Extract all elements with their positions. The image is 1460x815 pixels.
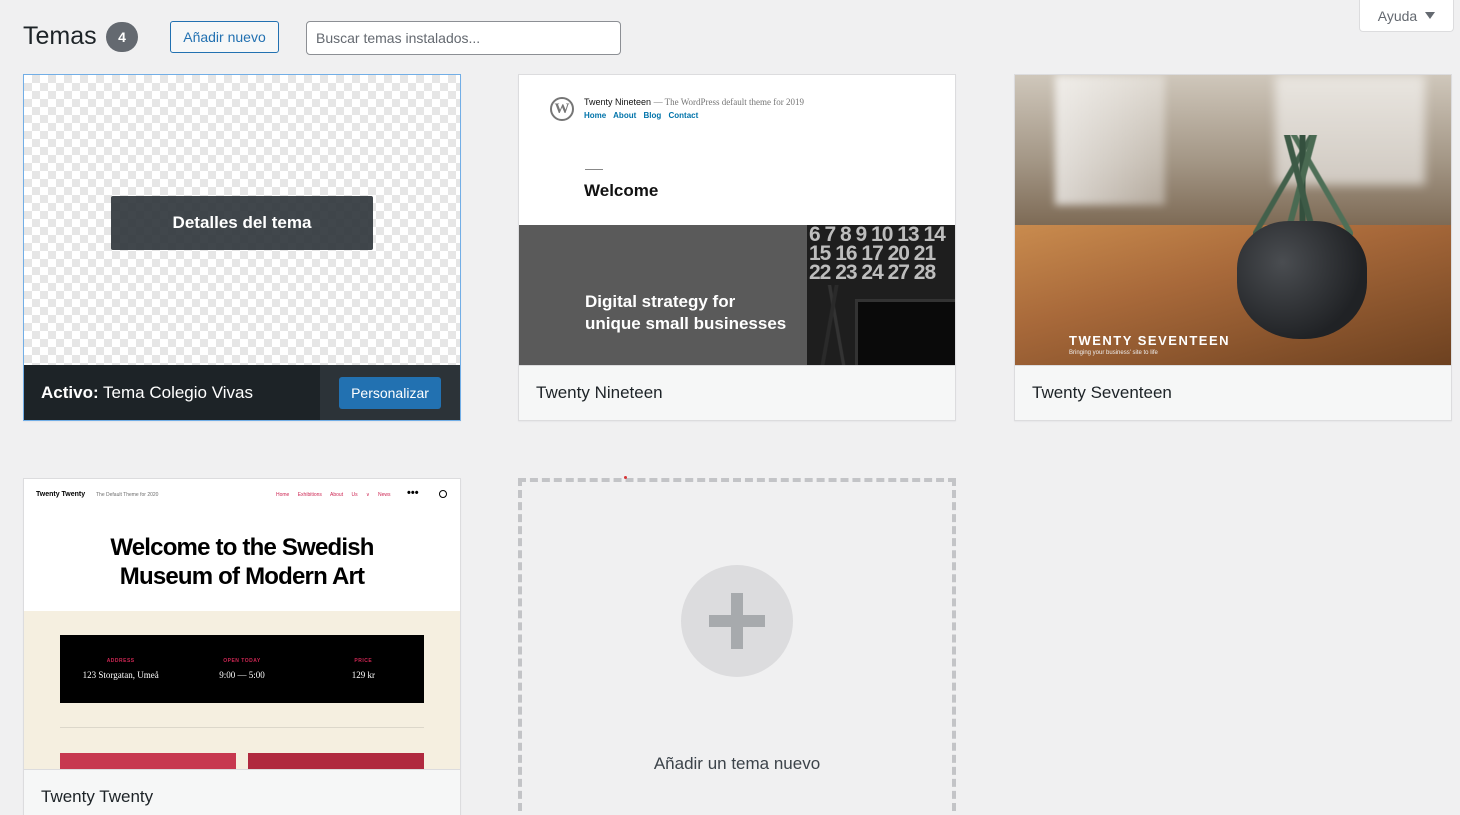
customize-button[interactable]: Personalizar [339, 376, 441, 409]
theme-card-active[interactable]: Detalles del tema Activo: Tema Colegio V… [23, 74, 461, 421]
theme-name: Twenty Twenty [24, 769, 460, 815]
preview-block [248, 753, 424, 769]
theme-details-button[interactable]: Detalles del tema [111, 196, 373, 250]
preview-heading: Welcome [584, 181, 659, 200]
info-key: PRICE [354, 658, 373, 664]
preview-info-col: PRICE 129 kr [303, 635, 424, 703]
notification-dot [624, 476, 627, 479]
theme-card-twenty-seventeen[interactable]: TWENTY SEVENTEEN Bringing your business'… [1014, 74, 1452, 421]
preview-tagline-line1: Digital strategy for [585, 292, 736, 311]
help-button[interactable]: Ayuda [1359, 0, 1454, 32]
active-theme-title: Tema Colegio Vivas [103, 382, 253, 402]
preview-plant-leaves [1253, 135, 1353, 235]
preview-plant [815, 285, 849, 365]
preview-block [60, 753, 236, 769]
preview-site-desc: — The WordPress default theme for 2019 [653, 97, 804, 107]
theme-screenshot: Detalles del tema [24, 75, 460, 365]
caret-down-icon [1425, 12, 1436, 19]
preview-site-desc: The Default Theme for 2020 [96, 492, 159, 498]
preview-divider [585, 169, 603, 170]
theme-name: Twenty Seventeen [1015, 365, 1451, 420]
preview-info-col: ADDRESS 123 Storgatan, Umeå [60, 635, 181, 703]
preview-headline-line2: Museum of Modern Art [119, 563, 365, 590]
theme-name: Twenty Nineteen [519, 365, 955, 420]
theme-screenshot: Twenty Twenty The Default Theme for 2020… [24, 479, 460, 769]
preview-info-col: OPEN TODAY 9:00 — 5:00 [181, 635, 302, 703]
preview-header: Twenty Twenty The Default Theme for 2020… [24, 479, 460, 611]
info-key: OPEN TODAY [223, 658, 261, 664]
theme-card-twenty-nineteen[interactable]: W Twenty Nineteen — The WordPress defaul… [518, 74, 956, 421]
plus-icon [681, 565, 793, 677]
active-prefix: Activo: [41, 382, 99, 402]
theme-screenshot: TWENTY SEVENTEEN Bringing your business'… [1015, 75, 1451, 365]
preview-hero: 6 7 8 9 10 13 14 15 16 17 20 21 22 23 24… [519, 225, 955, 365]
preview-subtitle: Bringing your business' site to life [1069, 350, 1158, 356]
page-title: Temas [23, 22, 97, 50]
more-dots-icon: ••• [407, 487, 419, 499]
info-value: 129 kr [351, 670, 375, 680]
preview-monitor [855, 299, 955, 365]
preview-divider [60, 727, 424, 728]
preview-menu: Home Exhibitions About Us ∨ News [276, 492, 391, 498]
active-theme-bar: Activo: Tema Colegio Vivas Personalizar [24, 365, 460, 420]
preview-nav: Home About Blog Contact [584, 111, 699, 120]
theme-count-badge: 4 [106, 22, 138, 52]
theme-card-twenty-twenty[interactable]: Twenty Twenty The Default Theme for 2020… [23, 478, 461, 815]
theme-screenshot: W Twenty Nineteen — The WordPress defaul… [519, 75, 955, 365]
add-new-theme-card[interactable]: Añadir un tema nuevo [518, 476, 956, 815]
add-new-theme-label: Añadir un tema nuevo [653, 754, 821, 773]
info-value: 123 Storgatan, Umeå [82, 670, 159, 680]
preview-cream-section: ADDRESS 123 Storgatan, Umeå OPEN TODAY 9… [24, 611, 460, 769]
search-icon [439, 490, 447, 498]
preview-info-box: ADDRESS 123 Storgatan, Umeå OPEN TODAY 9… [60, 635, 424, 703]
wordpress-logo-icon: W [550, 97, 574, 121]
help-label: Ayuda [1377, 7, 1418, 24]
preview-title: TWENTY SEVENTEEN [1069, 333, 1231, 348]
active-theme-name: Activo: Tema Colegio Vivas [24, 383, 320, 403]
info-key: ADDRESS [106, 658, 135, 664]
preview-site-title: Twenty Nineteen — The WordPress default … [584, 97, 804, 107]
preview-tagline: Digital strategy for unique small busine… [585, 291, 786, 335]
preview-headline-line1: Welcome to the Swedish [110, 534, 374, 561]
preview-tagline-line2: unique small businesses [585, 314, 787, 333]
theme-actions: Personalizar [320, 365, 460, 420]
preview-site-title: Twenty Twenty [36, 491, 86, 498]
search-themes-input[interactable] [306, 21, 621, 55]
info-value: 9:00 — 5:00 [219, 670, 265, 680]
preview-plant-pot [1237, 221, 1367, 339]
preview-site-name: Twenty Nineteen [584, 97, 652, 107]
add-new-button[interactable]: Añadir nuevo [170, 21, 279, 53]
preview-headline: Welcome to the Swedish Museum of Modern … [24, 533, 460, 591]
preview-window-light [1055, 75, 1165, 205]
